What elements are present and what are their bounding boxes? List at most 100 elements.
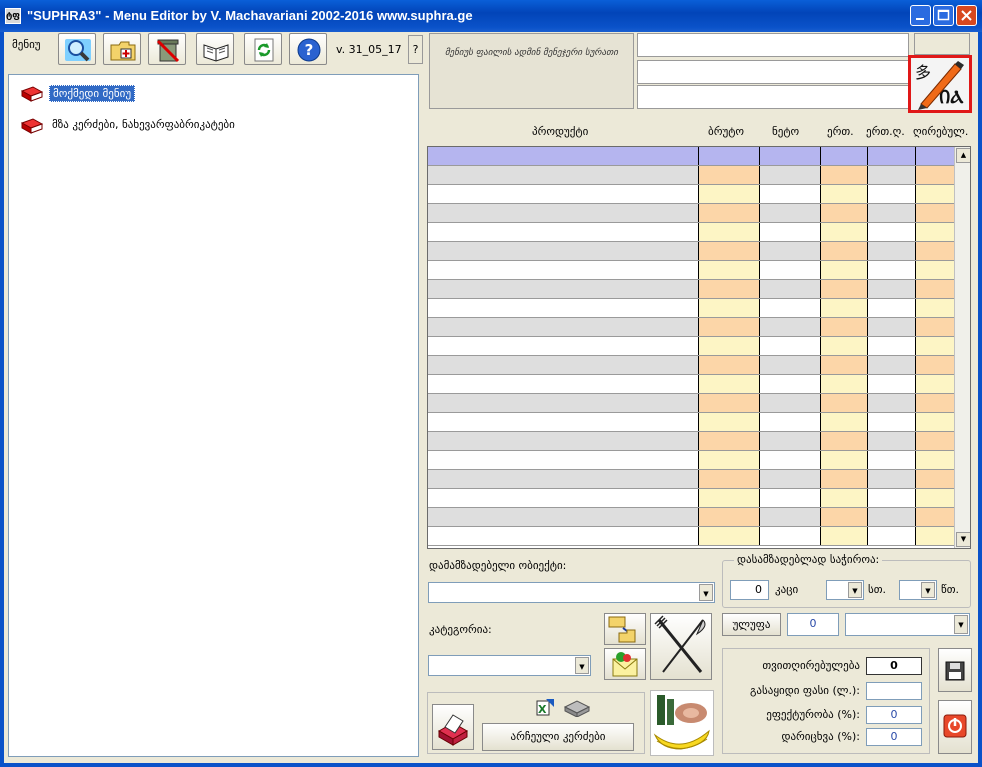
table-cell[interactable] — [759, 222, 821, 242]
table-cell[interactable] — [759, 374, 821, 394]
menu-name-field[interactable] — [637, 33, 909, 57]
table-row[interactable] — [428, 317, 963, 337]
table-cell[interactable] — [698, 241, 760, 261]
table-cell[interactable] — [867, 184, 916, 204]
table-cell[interactable] — [759, 317, 821, 337]
table-cell[interactable] — [820, 298, 868, 318]
table-cell[interactable] — [428, 336, 699, 356]
table-cell[interactable] — [820, 431, 868, 451]
table-cell[interactable] — [867, 355, 916, 375]
chevron-down-icon[interactable]: ▼ — [954, 615, 968, 634]
table-cell[interactable] — [428, 203, 699, 223]
cutlery-button[interactable] — [650, 613, 712, 680]
table-cell[interactable] — [698, 298, 760, 318]
category-select[interactable]: ▼ — [428, 655, 591, 676]
table-cell[interactable] — [820, 450, 868, 470]
table-cell[interactable] — [759, 469, 821, 489]
table-cell[interactable] — [698, 184, 760, 204]
table-cell[interactable] — [428, 184, 699, 204]
about-button[interactable]: ? — [408, 35, 423, 64]
table-cell[interactable] — [698, 469, 760, 489]
table-cell[interactable] — [428, 374, 699, 394]
table-cell[interactable] — [428, 469, 699, 489]
table-cell[interactable] — [867, 488, 916, 508]
menu-name-field-2[interactable] — [637, 60, 909, 84]
table-cell[interactable] — [867, 336, 916, 356]
table-cell[interactable] — [820, 488, 868, 508]
save-button[interactable] — [938, 648, 972, 692]
table-cell[interactable] — [820, 260, 868, 280]
table-cell[interactable] — [759, 203, 821, 223]
table-cell[interactable] — [428, 222, 699, 242]
table-cell[interactable] — [759, 355, 821, 375]
exit-button[interactable] — [938, 700, 972, 754]
table-cell[interactable] — [867, 165, 916, 185]
table-cell[interactable] — [698, 412, 760, 432]
table-cell[interactable] — [867, 241, 916, 261]
table-cell[interactable] — [428, 431, 699, 451]
table-cell[interactable] — [759, 412, 821, 432]
table-cell[interactable] — [698, 488, 760, 508]
table-cell[interactable] — [759, 507, 821, 527]
table-row[interactable] — [428, 203, 963, 223]
table-cell[interactable] — [820, 355, 868, 375]
table-cell[interactable] — [698, 260, 760, 280]
table-cell[interactable] — [867, 222, 916, 242]
table-cell[interactable] — [759, 450, 821, 470]
table-row[interactable] — [428, 241, 963, 261]
table-cell[interactable] — [820, 147, 868, 166]
menu-tree[interactable]: მოქმედი მენიუ მზა კერძები, ნახევარფაბრიკ… — [8, 74, 419, 757]
people-count-field[interactable]: 0 — [730, 580, 769, 600]
ingredients-grid[interactable]: ▲ ▼ — [427, 146, 971, 549]
scroll-down-arrow[interactable]: ▼ — [956, 532, 970, 547]
table-cell[interactable] — [759, 184, 821, 204]
portion-button[interactable]: ულუფა — [722, 613, 781, 636]
table-cell[interactable] — [428, 526, 699, 546]
table-row[interactable] — [428, 260, 963, 280]
table-cell[interactable] — [698, 279, 760, 299]
table-cell[interactable] — [820, 279, 868, 299]
table-cell[interactable] — [867, 203, 916, 223]
table-cell[interactable] — [867, 317, 916, 337]
table-cell[interactable] — [820, 165, 868, 185]
close-button[interactable] — [956, 5, 977, 26]
table-row[interactable] — [428, 431, 963, 451]
table-row[interactable] — [428, 279, 963, 299]
table-row[interactable] — [428, 412, 963, 432]
maximize-button[interactable] — [933, 5, 954, 26]
table-row[interactable] — [428, 355, 963, 375]
chevron-down-icon[interactable]: ▼ — [921, 582, 935, 598]
table-cell[interactable] — [428, 507, 699, 527]
selected-dishes-button[interactable]: არჩეული კერძები — [482, 723, 634, 751]
table-cell[interactable] — [428, 147, 699, 166]
open-book-button[interactable] — [196, 33, 234, 65]
object-select[interactable]: ▼ — [428, 582, 715, 603]
efficiency-value[interactable]: 0 — [866, 706, 922, 724]
table-cell[interactable] — [820, 184, 868, 204]
table-cell[interactable] — [867, 450, 916, 470]
table-row[interactable] — [428, 469, 963, 489]
table-row[interactable] — [428, 526, 963, 546]
table-cell[interactable] — [867, 469, 916, 489]
table-cell[interactable] — [820, 203, 868, 223]
table-cell[interactable] — [867, 431, 916, 451]
table-cell[interactable] — [428, 355, 699, 375]
table-cell[interactable] — [698, 336, 760, 356]
small-top-button[interactable] — [914, 33, 970, 55]
sale-price-field[interactable] — [866, 682, 922, 700]
table-row[interactable] — [428, 165, 963, 185]
table-cell[interactable] — [428, 412, 699, 432]
table-cell[interactable] — [867, 412, 916, 432]
table-cell[interactable] — [759, 393, 821, 413]
portion-value-field[interactable]: 0 — [787, 613, 839, 636]
table-cell[interactable] — [820, 507, 868, 527]
table-cell[interactable] — [698, 203, 760, 223]
table-cell[interactable] — [820, 469, 868, 489]
table-cell[interactable] — [759, 241, 821, 261]
menu-name-field-3[interactable] — [637, 85, 909, 109]
table-cell[interactable] — [820, 393, 868, 413]
table-cell[interactable] — [820, 526, 868, 546]
table-cell[interactable] — [759, 431, 821, 451]
mail-dish-button[interactable] — [604, 648, 646, 680]
table-cell[interactable] — [698, 355, 760, 375]
